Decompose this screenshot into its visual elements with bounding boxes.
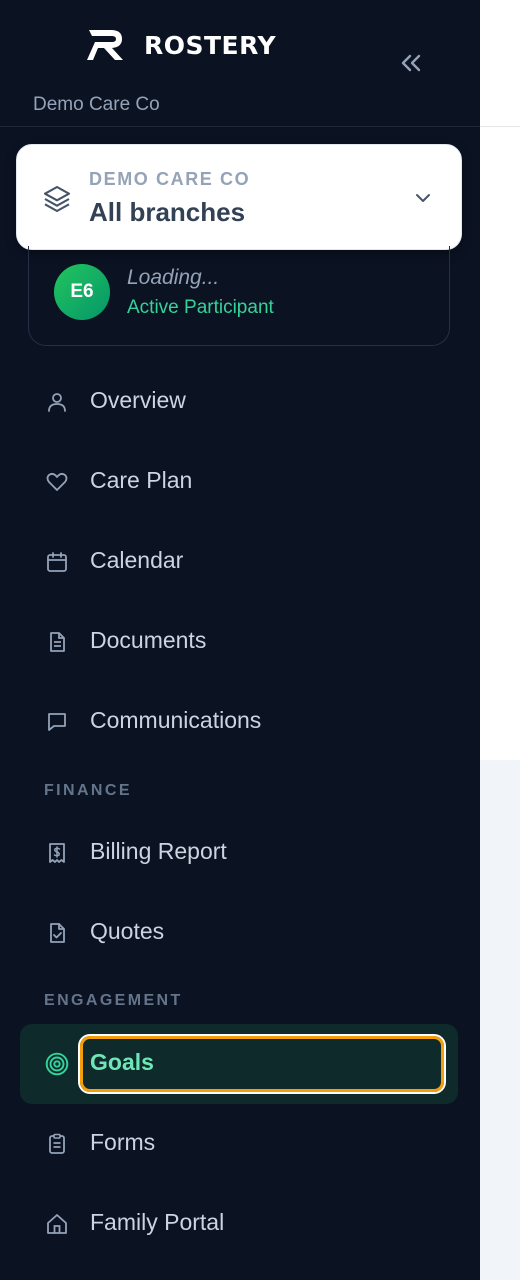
main-header-panel xyxy=(480,0,520,760)
branch-selector[interactable]: DEMO CARE CO All branches xyxy=(16,144,462,250)
nav-item-label: Quotes xyxy=(90,918,165,944)
nav-item-calendar[interactable]: Calendar xyxy=(20,531,458,591)
nav-item-family-portal[interactable]: Family Portal xyxy=(20,1193,458,1253)
nav-item-label: Billing Report xyxy=(90,838,227,864)
sidebar: ROSTERY Demo Care Co DEMO CARE CO All br… xyxy=(0,0,480,1280)
nav-item-label: Goals xyxy=(90,1049,154,1075)
clipboard-icon xyxy=(44,1131,70,1157)
branch-org-label: DEMO CARE CO xyxy=(89,169,251,189)
user-icon xyxy=(44,389,70,415)
section-label-engagement: ENGAGEMENT xyxy=(44,992,183,1009)
message-icon xyxy=(44,709,70,735)
target-icon xyxy=(44,1051,70,1077)
branch-selected-value: All branches xyxy=(89,197,246,227)
org-subtitle: Demo Care Co xyxy=(33,94,160,115)
nav-item-label: Communications xyxy=(90,707,262,733)
nav-item-overview[interactable]: Overview xyxy=(20,371,458,431)
nav-item-care-plan[interactable]: Care Plan xyxy=(20,451,458,511)
nav-item-billing-report[interactable]: Billing Report xyxy=(20,822,458,882)
layers-icon xyxy=(43,185,71,213)
rostery-logo-icon xyxy=(87,30,123,60)
participant-name: Loading... xyxy=(127,266,220,289)
app-logo[interactable]: ROSTERY xyxy=(86,26,276,64)
header-divider xyxy=(480,126,520,127)
avatar: E6 xyxy=(54,264,110,320)
nav-item-label: Calendar xyxy=(90,547,184,573)
sidebar-divider xyxy=(0,126,480,127)
document-icon xyxy=(44,629,70,655)
file-check-icon xyxy=(44,920,70,946)
home-icon xyxy=(44,1211,70,1237)
nav-item-documents[interactable]: Documents xyxy=(20,611,458,671)
nav-item-quotes[interactable]: Quotes xyxy=(20,902,458,962)
participant-status: Active Participant xyxy=(127,297,274,318)
main-content-area xyxy=(480,0,520,1280)
nav-item-goals[interactable]: Goals xyxy=(20,1024,458,1104)
section-label-finance: FINANCE xyxy=(44,782,132,799)
heart-icon xyxy=(44,469,70,495)
nav-item-forms[interactable]: Forms xyxy=(20,1113,458,1173)
receipt-dollar-icon xyxy=(44,840,70,866)
nav-item-label: Care Plan xyxy=(90,467,193,493)
participant-card[interactable]: E6 Loading... Active Participant xyxy=(28,246,450,346)
chevron-down-icon xyxy=(416,194,430,202)
collapse-sidebar-button[interactable] xyxy=(396,48,426,78)
nav-item-communications[interactable]: Communications xyxy=(20,691,458,751)
app-name: ROSTERY xyxy=(144,30,277,60)
nav-item-label: Family Portal xyxy=(90,1209,225,1235)
nav-item-label: Forms xyxy=(90,1129,156,1155)
nav-item-label: Documents xyxy=(90,627,207,653)
chevrons-left-icon xyxy=(401,54,421,72)
calendar-icon xyxy=(44,549,70,575)
nav-item-label: Overview xyxy=(90,387,186,413)
